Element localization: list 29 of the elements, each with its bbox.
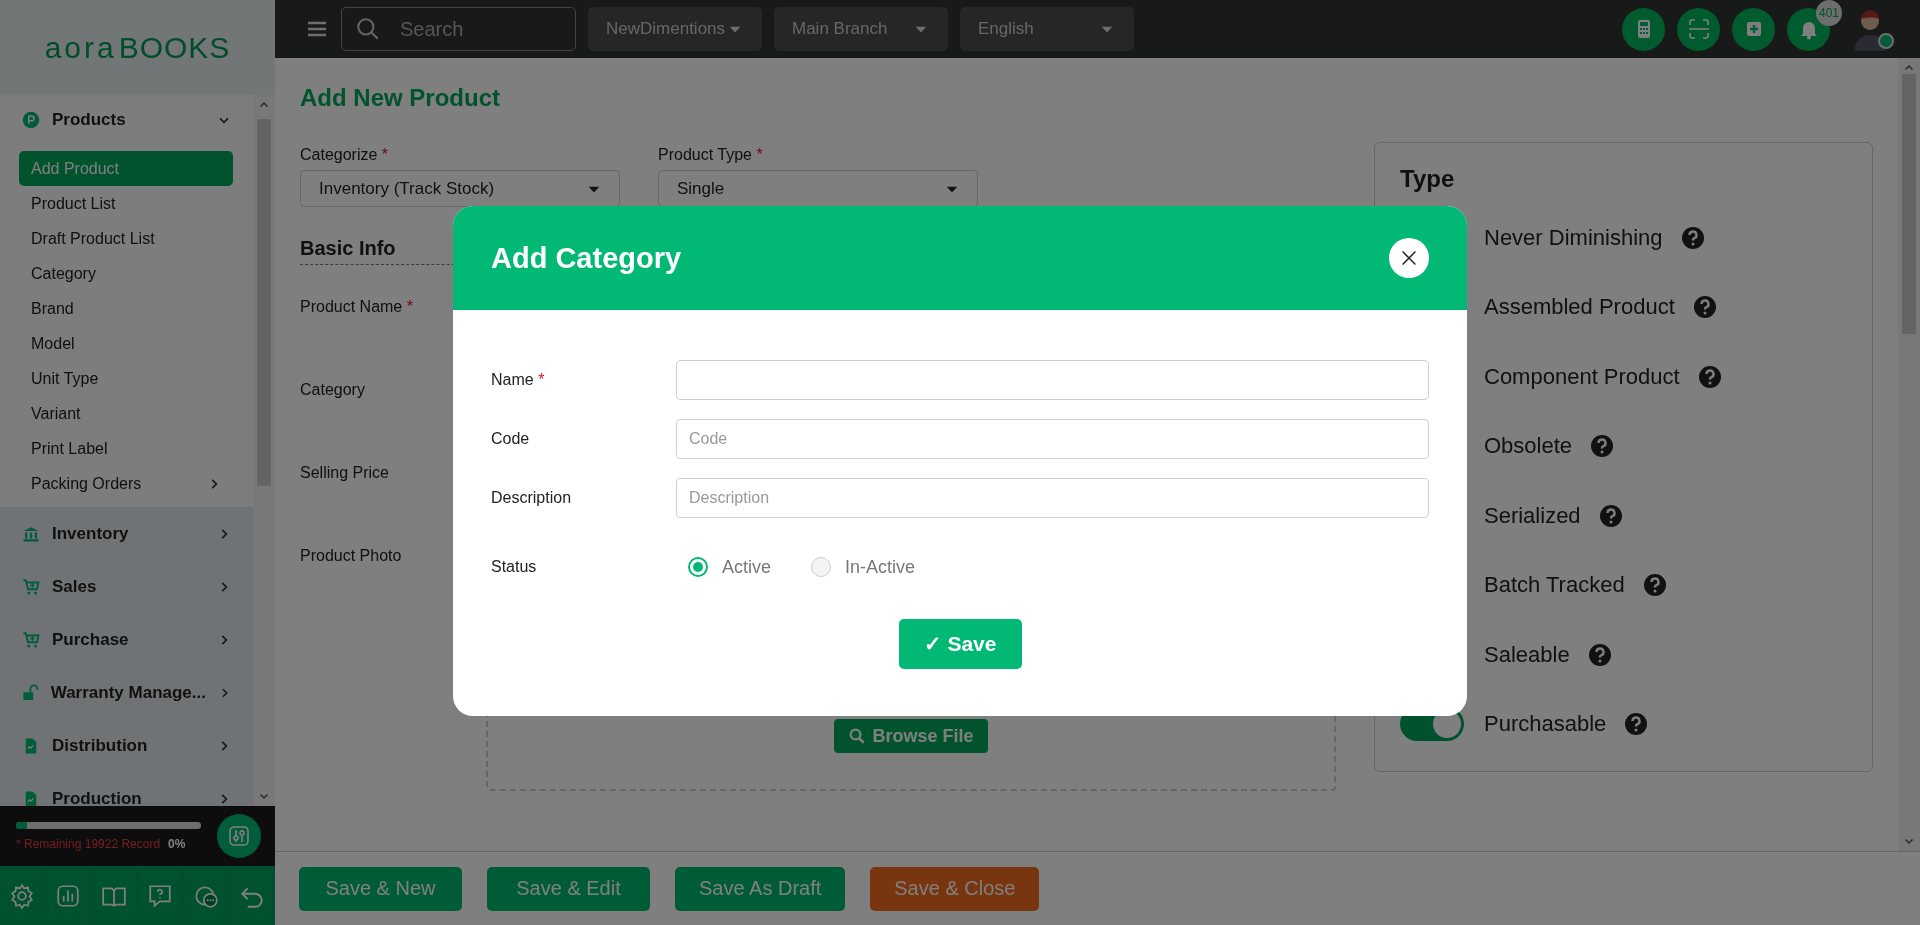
option-label: Batch Tracked xyxy=(1484,572,1625,599)
field-label: Status xyxy=(491,558,538,576)
option-label: Purchasable xyxy=(1484,711,1607,738)
option-label: Never Diminishing xyxy=(1484,224,1663,251)
option-label: Obsolete xyxy=(1484,433,1573,460)
page-title: Add New Product xyxy=(300,84,501,112)
option-label: Assembled Product xyxy=(1484,294,1675,321)
required-mark: * xyxy=(381,146,389,163)
field-label: Code xyxy=(491,429,531,448)
required-mark: * xyxy=(538,370,545,388)
required-mark: * xyxy=(756,146,763,163)
field-label: Product Photo xyxy=(300,546,402,565)
option-label: Saleable xyxy=(1484,641,1570,668)
option-label: Component Product xyxy=(1484,363,1680,390)
notification-count: 401 xyxy=(1816,0,1842,26)
panel-title: Type xyxy=(1400,165,1456,193)
required-mark: * xyxy=(406,297,413,315)
field-label: Categorize * xyxy=(300,146,390,164)
field-label: Description xyxy=(491,488,573,507)
logo: aora BOOKS xyxy=(0,0,275,95)
field-label: Product Type * xyxy=(658,146,764,164)
field-label: Selling Price xyxy=(300,463,389,482)
field-label: Category xyxy=(300,380,365,399)
field-label: Name * xyxy=(491,370,546,389)
option-label: Serialized xyxy=(1484,502,1581,529)
field-label: Product Name * xyxy=(300,297,413,316)
modal-title: Add Category xyxy=(491,241,682,275)
usage-percent: 0% xyxy=(168,836,186,851)
remaining-records: * Remaining 19922 Record xyxy=(16,836,161,851)
